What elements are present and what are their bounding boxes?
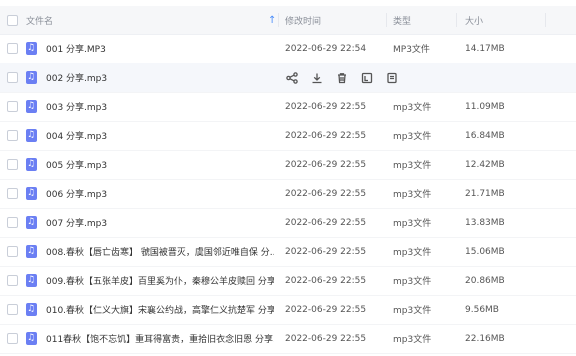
file-row[interactable]: 003 分享.mp3 2022-06-29 22:55 mp3文件 11.09MB <box>0 92 576 122</box>
file-row[interactable]: 001 分享.MP3 2022-06-29 22:54 MP3文件 14.17MB <box>0 34 576 64</box>
column-header-size[interactable]: 大小 <box>465 6 545 34</box>
file-size: 20.86MB <box>465 275 505 286</box>
modified-time: 2022-06-29 22:55 <box>285 217 367 228</box>
row-checkbox[interactable] <box>7 188 18 199</box>
column-header-type[interactable]: 类型 <box>393 6 453 34</box>
more-icon[interactable] <box>385 71 398 84</box>
file-type: mp3文件 <box>393 248 432 258</box>
row-actions <box>285 63 398 92</box>
modified-time: 2022-06-29 22:55 <box>285 246 367 257</box>
file-size: 13.83MB <box>465 217 505 228</box>
file-type: mp3文件 <box>393 277 432 287</box>
audio-file-icon <box>26 216 37 229</box>
file-type: mp3文件 <box>393 132 432 142</box>
modified-time: 2022-06-29 22:55 <box>285 275 367 286</box>
file-list-header: 文件名 ↑ 修改时间 类型 大小 <box>0 6 576 35</box>
modified-time: 2022-06-29 22:55 <box>285 130 367 141</box>
file-row[interactable]: 005 分享.mp3 2022-06-29 22:55 mp3文件 12.42MB <box>0 150 576 180</box>
modified-time: 2022-06-29 22:55 <box>285 304 367 315</box>
row-checkbox[interactable] <box>7 304 18 315</box>
row-checkbox[interactable] <box>7 159 18 170</box>
file-row[interactable]: 002 分享.mp3 <box>0 63 576 93</box>
column-divider[interactable] <box>456 13 457 27</box>
file-row[interactable]: 010.春秋【仁义大旗】宋襄公约战，高擎仁义抗楚军 分享... 2022-06-2… <box>0 295 576 325</box>
file-row[interactable]: 009.春秋【五张羊皮】百里奚为仆，秦穆公羊皮赎回 分享... 2022-06-2… <box>0 266 576 296</box>
file-type: mp3文件 <box>393 219 432 229</box>
column-divider[interactable] <box>278 13 279 27</box>
file-size: 16.84MB <box>465 130 505 141</box>
modified-time: 2022-06-29 22:54 <box>285 43 367 54</box>
column-divider[interactable] <box>545 13 546 27</box>
modified-time: 2022-06-29 22:55 <box>285 333 367 344</box>
row-checkbox[interactable] <box>7 101 18 112</box>
audio-file-icon <box>26 245 37 258</box>
file-name[interactable]: 007 分享.mp3 <box>46 216 107 229</box>
file-type: mp3文件 <box>393 306 432 316</box>
sort-arrow-up-icon[interactable]: ↑ <box>268 15 276 26</box>
file-type: MP3文件 <box>393 45 430 55</box>
row-checkbox[interactable] <box>7 217 18 228</box>
file-type: mp3文件 <box>393 335 432 345</box>
file-size: 12.42MB <box>465 159 505 170</box>
file-type: mp3文件 <box>393 161 432 171</box>
file-name[interactable]: 010.春秋【仁义大旗】宋襄公约战，高擎仁义抗楚军 分享... <box>46 303 274 316</box>
audio-file-icon <box>26 100 37 113</box>
file-type: mp3文件 <box>393 190 432 200</box>
row-checkbox[interactable] <box>7 72 18 83</box>
audio-file-icon <box>26 129 37 142</box>
file-size: 22.16MB <box>465 333 505 344</box>
modified-time: 2022-06-29 22:55 <box>285 101 367 112</box>
file-list: 文件名 ↑ 修改时间 类型 大小 001 分享.MP3 2022-06-29 22… <box>0 0 576 356</box>
row-checkbox[interactable] <box>7 43 18 54</box>
column-divider[interactable] <box>386 13 387 27</box>
audio-file-icon <box>26 71 37 84</box>
file-row[interactable]: 006 分享.mp3 2022-06-29 22:55 mp3文件 21.71MB <box>0 179 576 209</box>
file-name[interactable]: 011春秋【饱不忘饥】重耳得富贵，重拾旧衣念旧恩 分享... <box>46 332 274 345</box>
file-name[interactable]: 003 分享.mp3 <box>46 100 107 113</box>
file-name[interactable]: 002 分享.mp3 <box>46 71 107 84</box>
audio-file-icon <box>26 274 37 287</box>
file-size: 11.09MB <box>465 101 505 112</box>
column-header-time[interactable]: 修改时间 <box>285 6 385 34</box>
file-row[interactable]: 011春秋【饱不忘饥】重耳得富贵，重拾旧衣念旧恩 分享... 2022-06-29… <box>0 324 576 354</box>
audio-file-icon <box>26 187 37 200</box>
audio-file-icon <box>26 303 37 316</box>
file-name[interactable]: 009.春秋【五张羊皮】百里奚为仆，秦穆公羊皮赎回 分享... <box>46 274 274 287</box>
rename-icon[interactable] <box>360 71 373 84</box>
file-size: 9.56MB <box>465 304 499 315</box>
select-all-checkbox[interactable] <box>7 14 18 26</box>
file-name[interactable]: 008.春秋【唇亡齿寒】 虢国被晋灭，虞国邻近唯自保 分... <box>46 245 274 258</box>
column-header-name[interactable]: 文件名 <box>26 6 274 34</box>
file-size: 15.06MB <box>465 246 505 257</box>
share-icon[interactable] <box>285 71 298 84</box>
file-name[interactable]: 001 分享.MP3 <box>46 42 106 55</box>
modified-time: 2022-06-29 22:55 <box>285 159 367 170</box>
file-row[interactable]: 008.春秋【唇亡齿寒】 虢国被晋灭，虞国邻近唯自保 分... 2022-06-2… <box>0 237 576 267</box>
row-checkbox[interactable] <box>7 246 18 257</box>
modified-time: 2022-06-29 22:55 <box>285 188 367 199</box>
row-checkbox[interactable] <box>7 130 18 141</box>
file-size: 21.71MB <box>465 188 505 199</box>
file-row[interactable]: 007 分享.mp3 2022-06-29 22:55 mp3文件 13.83MB <box>0 208 576 238</box>
audio-file-icon <box>26 42 37 55</box>
delete-icon[interactable] <box>335 71 348 84</box>
audio-file-icon <box>26 158 37 171</box>
file-name[interactable]: 006 分享.mp3 <box>46 187 107 200</box>
file-type: mp3文件 <box>393 103 432 113</box>
row-checkbox[interactable] <box>7 333 18 344</box>
file-size: 14.17MB <box>465 43 505 54</box>
file-name[interactable]: 005 分享.mp3 <box>46 158 107 171</box>
audio-file-icon <box>26 332 37 345</box>
file-name[interactable]: 004 分享.mp3 <box>46 129 107 142</box>
file-row[interactable]: 004 分享.mp3 2022-06-29 22:55 mp3文件 16.84MB <box>0 121 576 151</box>
row-checkbox[interactable] <box>7 275 18 286</box>
download-icon[interactable] <box>310 71 323 84</box>
